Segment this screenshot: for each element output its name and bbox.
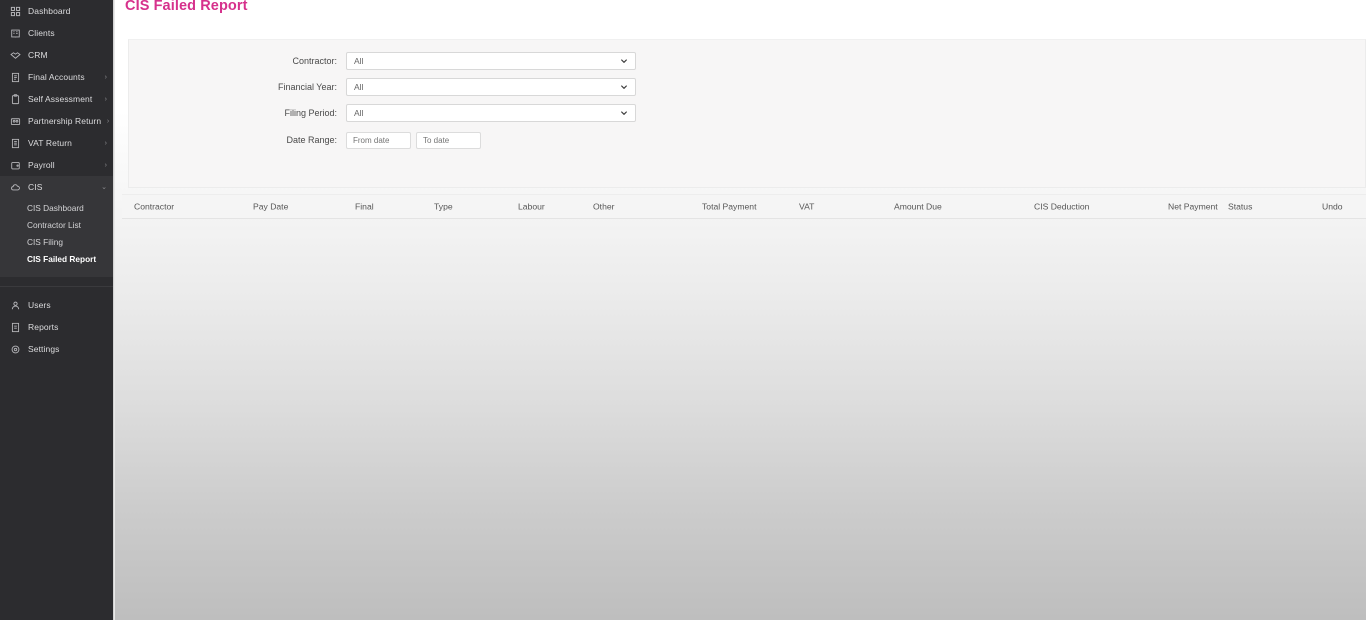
financial-year-select-value: All — [354, 82, 364, 92]
chevron-down-icon — [620, 109, 628, 117]
sidebar-subitem-contractor-list[interactable]: Contractor List — [0, 216, 113, 233]
grid-icon — [9, 5, 22, 18]
report-icon — [9, 321, 22, 334]
filter-row-date-range: Date Range: — [129, 129, 481, 151]
handshake-icon — [9, 49, 22, 62]
chevron-right-icon: › — [104, 139, 107, 147]
gear-icon — [9, 343, 22, 356]
user-icon — [9, 299, 22, 312]
column-header-cis-deduction: CIS Deduction — [1034, 201, 1090, 212]
column-header-contractor: Contractor — [134, 201, 175, 212]
page-title: CIS Failed Report — [125, 0, 248, 14]
column-header-pay-date: Pay Date — [253, 201, 289, 212]
sidebar-item-label: Clients — [28, 27, 55, 38]
sidebar-subitem-label: CIS Filing — [27, 236, 63, 247]
date-from-input[interactable] — [346, 131, 411, 149]
sidebar-subitem-cis-dashboard[interactable]: CIS Dashboard — [0, 199, 113, 216]
sidebar-item-label: Partnership Return — [28, 115, 102, 126]
column-header-other: Other — [593, 201, 615, 212]
column-header-amount-due: Amount Due — [894, 201, 942, 212]
receipt-icon — [9, 137, 22, 150]
date-to-input[interactable] — [416, 131, 481, 149]
sidebar-item-partnership-return[interactable]: Partnership Return › — [0, 110, 113, 132]
chevron-down-icon — [620, 83, 628, 91]
filter-row-contractor: Contractor: All — [129, 50, 636, 72]
sidebar-item-crm[interactable]: CRM — [0, 44, 113, 66]
chevron-right-icon: › — [104, 161, 107, 169]
sidebar-item-vat-return[interactable]: VAT Return › — [0, 132, 113, 154]
sidebar-item-dashboard[interactable]: Dashboard — [0, 0, 113, 22]
sidebar-item-payroll[interactable]: Payroll › — [0, 154, 113, 176]
sidebar-item-final-accounts[interactable]: Final Accounts › — [0, 66, 113, 88]
sidebar-subitem-cis-failed-report[interactable]: CIS Failed Report — [0, 250, 113, 267]
column-header-type: Type — [434, 201, 453, 212]
chevron-right-icon: › — [106, 117, 110, 125]
date-range-label: Date Range: — [286, 134, 337, 145]
users-doc-icon — [9, 115, 22, 128]
contractor-label: Contractor: — [292, 55, 337, 66]
column-header-vat: VAT — [799, 201, 815, 212]
column-header-final: Final — [355, 201, 374, 212]
sidebar-edge-divider — [113, 0, 115, 620]
sidebar-item-label: Settings — [28, 343, 60, 354]
sidebar-item-settings[interactable]: Settings — [0, 338, 113, 360]
sidebar-item-label: Users — [28, 299, 51, 310]
filing-period-select[interactable]: All — [346, 104, 636, 122]
column-header-undo: Undo — [1322, 201, 1343, 212]
sidebar-item-label: Self Assessment — [28, 93, 93, 104]
filter-panel: Contractor: All Financial Year: All Fili… — [128, 39, 1366, 213]
sidebar-subitem-label: CIS Failed Report — [27, 253, 97, 264]
sidebar: Dashboard Clients CRM Final Accounts › S… — [0, 0, 113, 620]
wallet-icon — [9, 159, 22, 172]
building-icon — [9, 27, 22, 40]
clipboard-icon — [9, 93, 22, 106]
filter-row-financial-year: Financial Year: All — [129, 76, 636, 98]
column-header-net-payment: Net Payment — [1168, 201, 1218, 212]
results-table-header: Contractor Pay Date Final Type Labour Ot… — [122, 194, 1366, 219]
column-header-total-payment: Total Payment — [702, 201, 757, 212]
column-header-status: Status — [1228, 201, 1253, 212]
sidebar-item-users[interactable]: Users — [0, 294, 113, 316]
sidebar-subitem-label: Contractor List — [27, 219, 81, 230]
sidebar-subitem-label: CIS Dashboard — [27, 202, 84, 213]
filter-row-filing-period: Filing Period: All — [129, 102, 636, 124]
filing-period-select-value: All — [354, 108, 364, 118]
main-content: CIS Failed Report Contractor: All Financ… — [115, 0, 1366, 620]
sidebar-item-label: Reports — [28, 321, 59, 332]
chevron-down-icon — [620, 57, 628, 65]
sidebar-item-clients[interactable]: Clients — [0, 22, 113, 44]
column-header-labour: Labour — [518, 201, 545, 212]
chevron-right-icon: › — [104, 73, 107, 81]
sidebar-divider — [0, 286, 113, 287]
sidebar-item-label: CIS — [28, 181, 43, 192]
contractor-select[interactable]: All — [346, 52, 636, 70]
financial-year-label: Financial Year: — [277, 81, 337, 92]
sidebar-item-label: Dashboard — [28, 5, 71, 16]
sidebar-subitem-cis-filing[interactable]: CIS Filing — [0, 233, 113, 250]
sidebar-item-label: CRM — [28, 49, 48, 60]
filing-period-label: Filing Period: — [284, 107, 337, 118]
sidebar-item-reports[interactable]: Reports — [0, 316, 113, 338]
sidebar-item-label: Payroll — [28, 159, 55, 170]
sidebar-item-label: VAT Return — [28, 137, 72, 148]
chevron-down-icon: ⌄ — [101, 183, 107, 191]
sidebar-primary-nav: Dashboard Clients CRM Final Accounts › S… — [0, 0, 113, 360]
financial-year-select[interactable]: All — [346, 78, 636, 96]
document-icon — [9, 71, 22, 84]
sidebar-item-self-assessment[interactable]: Self Assessment › — [0, 88, 113, 110]
contractor-select-value: All — [354, 56, 364, 66]
sidebar-item-label: Final Accounts — [28, 71, 85, 82]
sidebar-cis-submenu: CIS Dashboard Contractor List CIS Filing… — [0, 198, 113, 277]
cloud-icon — [9, 181, 22, 194]
chevron-right-icon: › — [104, 95, 107, 103]
sidebar-item-cis[interactable]: CIS ⌄ — [0, 176, 113, 198]
